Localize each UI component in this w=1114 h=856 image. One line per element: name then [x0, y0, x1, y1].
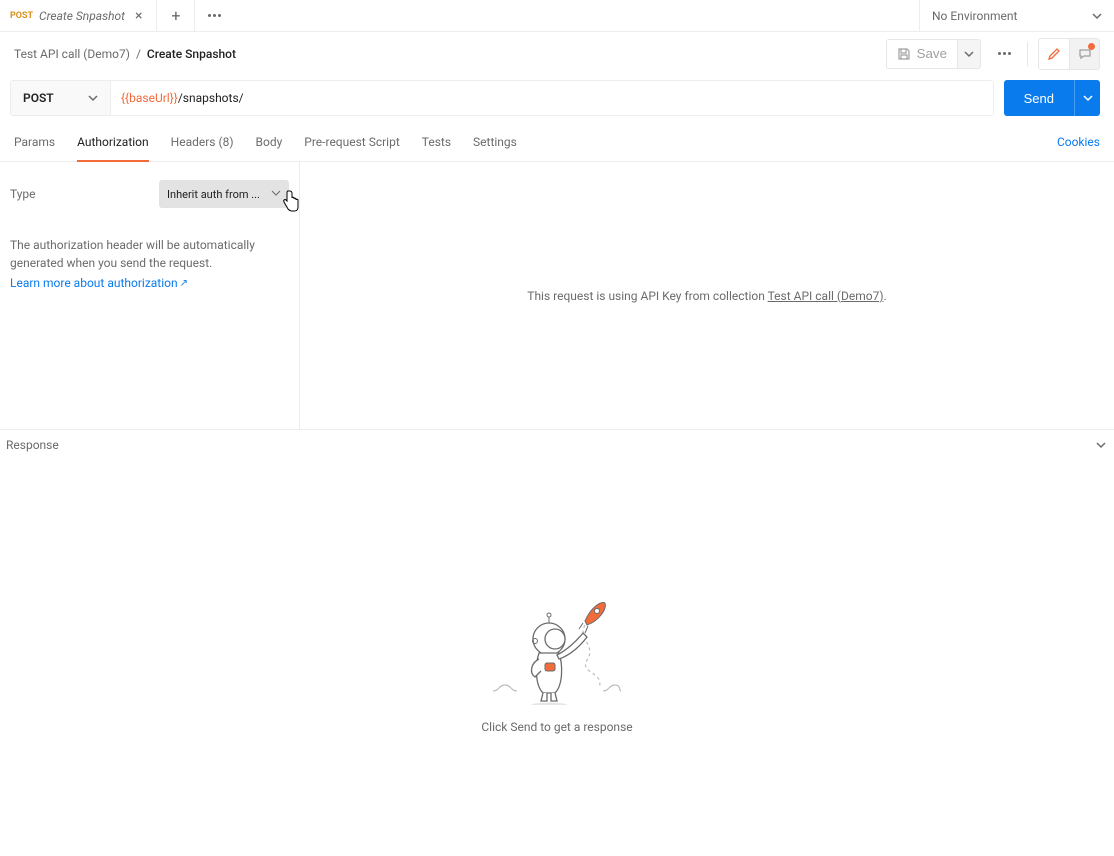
comments-button[interactable] — [1069, 39, 1099, 69]
learn-more-label: Learn more about authorization — [10, 276, 178, 290]
response-bar[interactable]: Response — [0, 430, 1114, 460]
external-link-icon: ↗ — [180, 278, 188, 289]
notification-dot-icon — [1088, 43, 1095, 50]
response-title: Response — [6, 438, 59, 452]
response-body: Click Send to get a response — [0, 460, 1114, 856]
tab-authorization[interactable]: Authorization — [77, 122, 149, 161]
tab-params[interactable]: Params — [14, 122, 55, 161]
auth-msg-post: . — [884, 289, 887, 303]
pencil-icon — [1047, 47, 1061, 61]
chevron-down-icon — [1083, 93, 1093, 103]
chevron-down-icon — [1096, 440, 1106, 450]
response-hint: Click Send to get a response — [481, 720, 632, 734]
astronaut-illustration — [487, 595, 627, 708]
tab-headers[interactable]: Headers (8) — [171, 122, 234, 161]
request-tabs: Params Authorization Headers (8) Body Pr… — [0, 122, 1114, 162]
save-options-button[interactable] — [957, 39, 981, 69]
learn-more-link[interactable]: Learn more about authorization ↗ — [10, 276, 188, 290]
environment-selector[interactable]: No Environment — [919, 0, 1114, 31]
auth-type-selected: Inherit auth from ... — [167, 188, 260, 201]
tab-title: Create Snpashot — [39, 9, 125, 23]
environment-selected-label: No Environment — [932, 9, 1017, 23]
save-icon — [897, 47, 911, 61]
header-row: Test API call (Demo7) / Create Snpashot … — [0, 32, 1114, 76]
send-options-button[interactable] — [1074, 80, 1100, 116]
tab-prerequest[interactable]: Pre-request Script — [304, 122, 399, 161]
breadcrumb-current: Create Snpashot — [147, 47, 236, 61]
save-button-label: Save — [917, 46, 947, 61]
close-icon[interactable]: × — [131, 8, 146, 24]
edit-button[interactable] — [1039, 39, 1069, 69]
separator — [1027, 42, 1028, 66]
right-icon-group — [1038, 38, 1100, 70]
url-path: /snapshots/ — [178, 91, 244, 105]
chevron-down-icon — [271, 188, 281, 201]
tab-overflow-button[interactable] — [195, 0, 233, 31]
request-tab[interactable]: POST Create Snpashot × — [0, 0, 157, 31]
auth-inherit-message: This request is using API Key from colle… — [527, 289, 886, 303]
authorization-panel: Type Inherit auth from ... The authoriza… — [0, 162, 1114, 430]
chevron-down-icon — [1092, 11, 1102, 21]
tabs-bar: POST Create Snpashot × + No Environment — [0, 0, 1114, 32]
header-actions: Save — [886, 38, 1100, 70]
tab-method-badge: POST — [10, 11, 33, 21]
method-url-group: POST {{baseUrl}}/snapshots/ — [10, 80, 994, 116]
request-row: POST {{baseUrl}}/snapshots/ Send — [10, 80, 1100, 116]
chevron-down-icon — [88, 93, 98, 103]
tab-settings[interactable]: Settings — [473, 122, 517, 161]
tab-body[interactable]: Body — [256, 122, 283, 161]
header-more-button[interactable] — [989, 52, 1019, 55]
breadcrumb: Test API call (Demo7) / Create Snpashot — [14, 47, 236, 61]
http-method-label: POST — [23, 91, 54, 105]
auth-msg-pre: This request is using API Key from colle… — [527, 289, 767, 303]
more-icon — [998, 52, 1011, 55]
authorization-left-pane: Type Inherit auth from ... The authoriza… — [0, 162, 300, 429]
send-button[interactable]: Send — [1004, 80, 1074, 116]
http-method-select[interactable]: POST — [11, 81, 111, 115]
authorization-right-pane: This request is using API Key from colle… — [300, 162, 1114, 429]
collection-link[interactable]: Test API call (Demo7) — [768, 289, 884, 303]
auth-type-label: Type — [10, 187, 36, 201]
url-input[interactable]: {{baseUrl}}/snapshots/ — [111, 81, 993, 115]
breadcrumb-parent[interactable]: Test API call (Demo7) — [14, 47, 130, 61]
cookies-link[interactable]: Cookies — [1057, 135, 1100, 149]
breadcrumb-separator: / — [136, 47, 141, 61]
chevron-down-icon — [964, 49, 974, 59]
save-button[interactable]: Save — [886, 39, 957, 69]
more-icon — [208, 14, 221, 17]
new-tab-button[interactable]: + — [157, 0, 195, 31]
auth-description: The authorization header will be automat… — [10, 236, 289, 272]
url-variable: {{baseUrl}} — [121, 91, 178, 105]
auth-type-dropdown[interactable]: Inherit auth from ... — [159, 180, 289, 208]
send-group: Send — [1004, 80, 1100, 116]
tab-tests[interactable]: Tests — [422, 122, 451, 161]
